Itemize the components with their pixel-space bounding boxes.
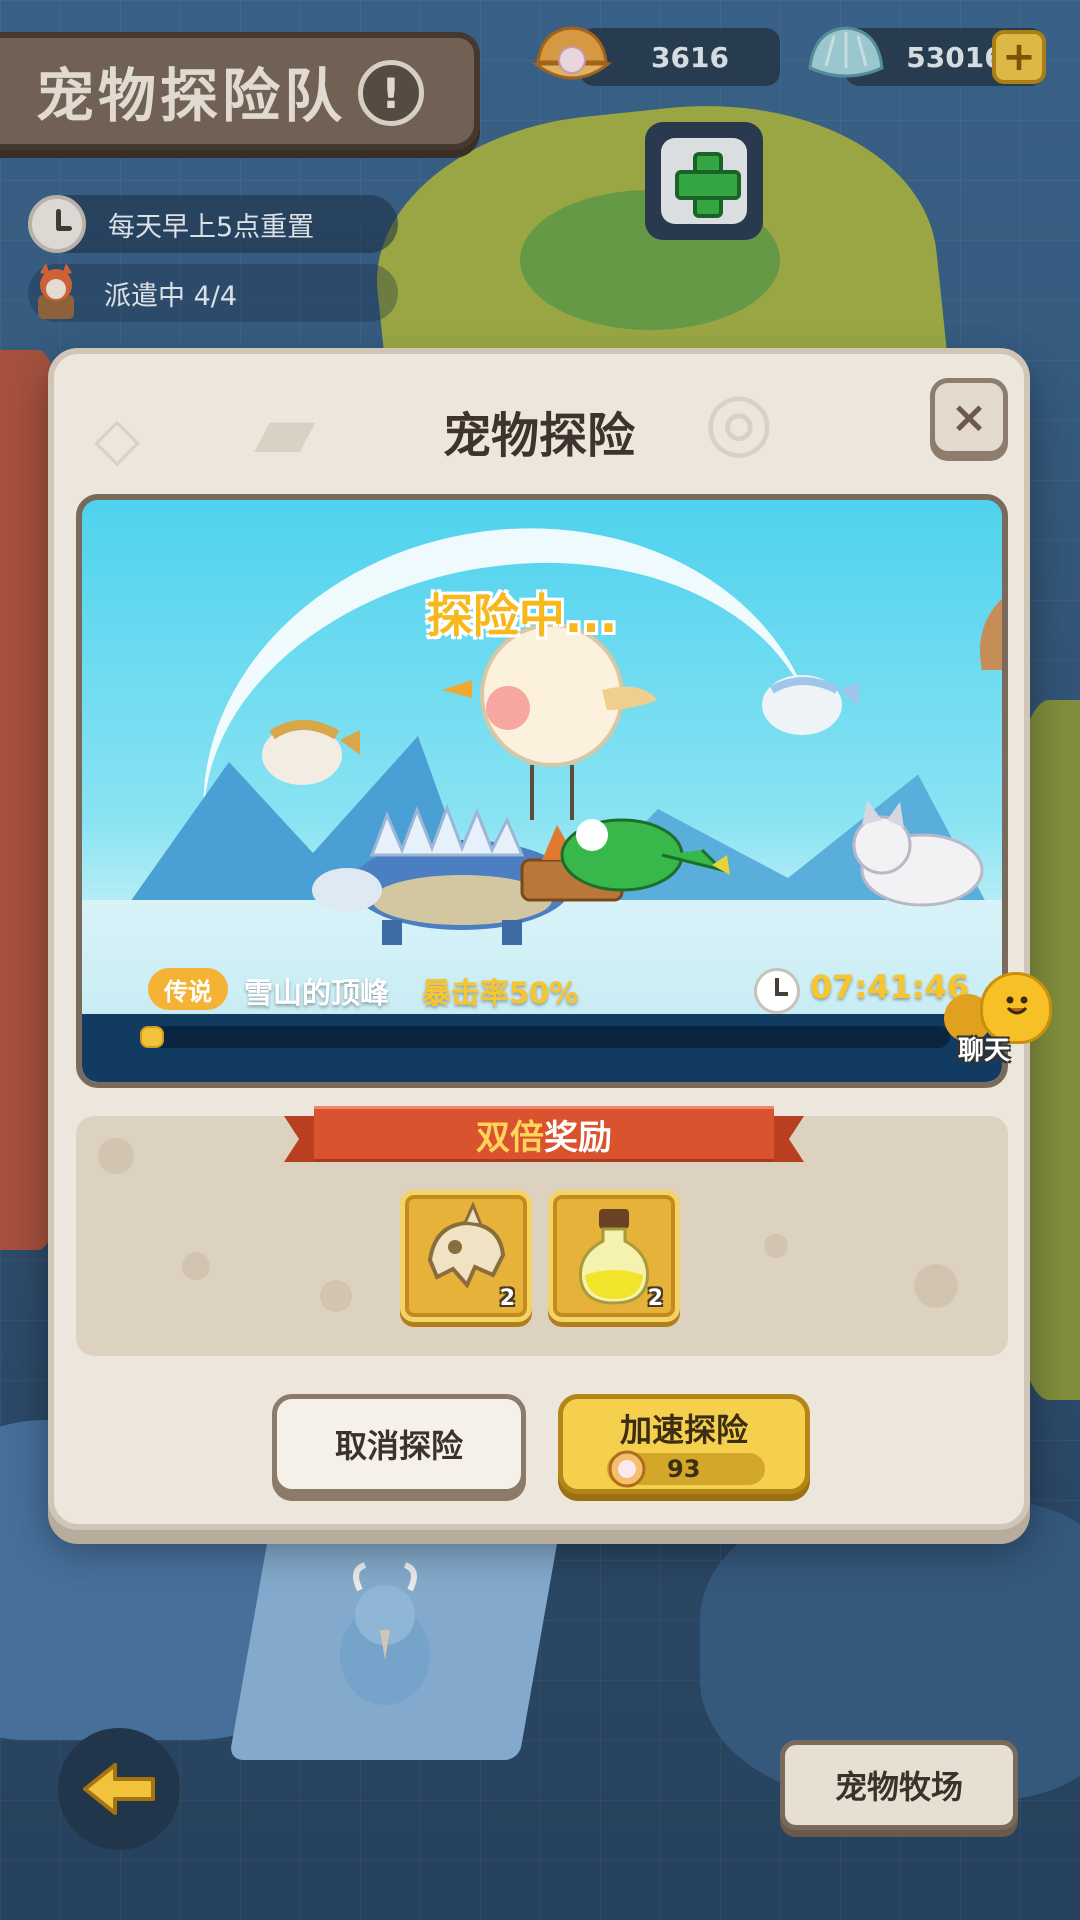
reward-count: 2 [499, 1286, 515, 1311]
location-name: 雪山的顶峰 [244, 976, 390, 1010]
pet-ranch-button[interactable]: 宠物牧场 [780, 1740, 1018, 1830]
clock-icon [754, 968, 800, 1014]
expedition-progress-bar [140, 1026, 950, 1048]
pufferfish-creature [262, 720, 360, 785]
progress-fill [140, 1026, 165, 1048]
rarity-badge: 传说 [148, 968, 228, 1010]
expedition-modal: ◇ ▰ ◎ 宠物探险 × 探险中... 传说 雪山的顶峰 暴击率50% 07:4… [48, 348, 1030, 1530]
scene-footer [82, 1014, 1002, 1082]
smiley-face-icon [1006, 996, 1028, 1015]
close-icon: × [950, 391, 988, 443]
expedition-scene: 探险中... 传说 雪山的顶峰 暴击率50% 07:41:46 [76, 494, 1008, 1088]
cancel-expedition-button[interactable]: 取消探险 [272, 1394, 526, 1494]
speed-up-cost-value: 93 [667, 1455, 701, 1483]
back-arrow-icon [83, 1763, 155, 1815]
white-cat-creature [852, 800, 984, 907]
green-frog-creature [560, 818, 730, 892]
ribbon-highlight: 双倍 [476, 1117, 544, 1158]
close-button[interactable]: × [930, 378, 1008, 456]
speed-up-label: 加速探险 [619, 1411, 748, 1449]
back-button[interactable] [58, 1728, 180, 1850]
modal-title: 宠物探险 [442, 408, 635, 464]
speed-up-expedition-button[interactable]: 加速探险 93 [558, 1394, 810, 1494]
reward-item-fossil[interactable]: 2 [400, 1190, 532, 1322]
pufferfish-creature [762, 675, 860, 735]
crit-bonus: 暴击率50% [422, 976, 579, 1010]
ribbon-label: 双倍奖励 [476, 1110, 612, 1159]
pearl-shell-icon [608, 1450, 646, 1488]
reward-count: 2 [647, 1286, 663, 1311]
ribbon-text: 奖励 [544, 1117, 612, 1158]
expedition-status: 探险中... [426, 589, 618, 643]
ribbon-body: 双倍奖励 [314, 1106, 774, 1162]
chat-label: 聊天 [958, 1036, 1011, 1066]
reward-item-potion[interactable]: 2 [548, 1190, 680, 1322]
chat-button[interactable]: 聊天 [936, 972, 1056, 1068]
double-reward-ribbon: 双倍奖励 [284, 1106, 804, 1162]
